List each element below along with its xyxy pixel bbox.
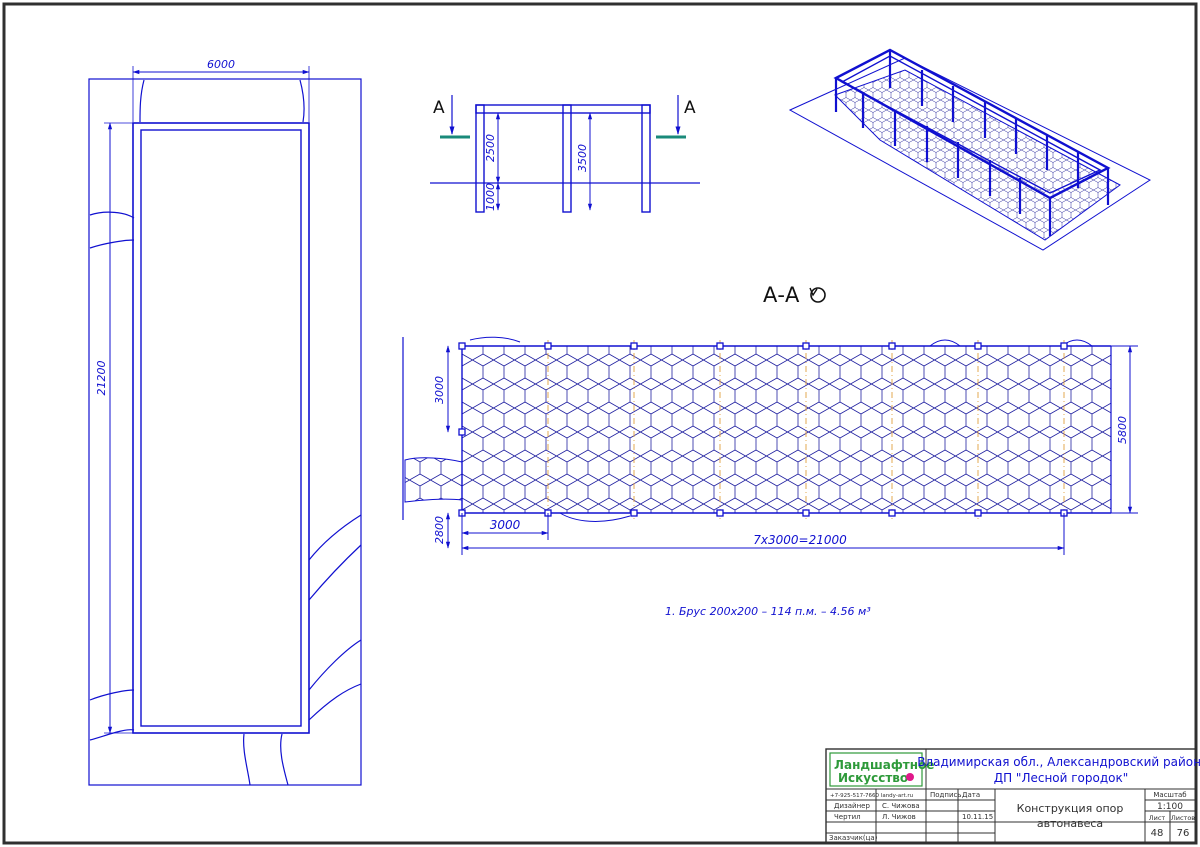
section-title: А-А — [763, 283, 800, 307]
elevation-dim-total: 3500 — [576, 144, 589, 172]
logo-dot-icon — [906, 773, 914, 781]
elevation-view — [430, 95, 700, 213]
section-driveway — [404, 457, 463, 503]
isometric-view — [788, 48, 1152, 251]
plan-canopy-inner — [140, 129, 302, 727]
section-dim-total: 7х3000=21000 — [753, 533, 847, 547]
drawing-sheet: 6000 21200 A A 2500 1000 3500 А-А 3000 5… — [2, 2, 1200, 845]
plan-site-outline — [88, 78, 362, 786]
section-dim-offset: 2800 — [433, 516, 446, 544]
contact-line: +7-925-517-7660 landy-art.ru — [830, 793, 913, 799]
row2-date: 10.11.15 — [962, 813, 993, 821]
spec-note: 1. Брус 200х200 – 114 п.м. – 4.56 м³ — [665, 605, 871, 618]
sheet-number: 48 — [1151, 828, 1164, 839]
row2-role: Чертил — [834, 813, 861, 821]
section-mark-left: A — [433, 98, 445, 118]
plan-road-bottom — [243, 733, 289, 786]
scale-value: 1:100 — [1157, 802, 1183, 812]
project-address-line1: Владимирская обл., Александровский район… — [917, 755, 1200, 769]
elevation-post-right — [641, 104, 651, 213]
plan-road-right — [308, 514, 362, 721]
section-dim-vertical: 3000 — [433, 376, 446, 404]
plan-road-left — [89, 211, 135, 249]
header-date: Дата — [962, 791, 980, 799]
logo-line2: Искусство — [838, 771, 908, 785]
scale-label: Масштаб — [1153, 791, 1186, 799]
elevation-dim-upper: 2500 — [484, 134, 497, 162]
plan-canopy-outer — [132, 122, 310, 734]
elevation-post-left — [475, 104, 485, 213]
section-mark-right: A — [684, 98, 696, 118]
section-plan — [402, 336, 1112, 522]
elevation-post-mid — [562, 104, 572, 213]
section-paving — [462, 346, 1111, 513]
plan-view — [88, 66, 362, 786]
plan-dim-length: 21200 — [95, 361, 108, 396]
row1-role: Дизайнер — [834, 802, 870, 810]
plan-road-left-lower — [89, 689, 135, 741]
header-signature: Подпись — [930, 791, 962, 799]
plan-dim-width: 6000 — [207, 58, 235, 71]
sheets-label: Листов — [1171, 814, 1195, 822]
row2-name: Л. Чижов — [882, 813, 916, 821]
project-address-line2: ДП "Лесной городок" — [994, 771, 1129, 785]
section-dim-width: 5800 — [1116, 416, 1129, 444]
row3-role: Заказчик(ца) — [829, 834, 878, 842]
drawing-title-line2: автонавеса — [1037, 817, 1103, 830]
section-dim-bay: 3000 — [490, 518, 521, 532]
drawing-title-line1: Конструкция опор — [1017, 802, 1124, 815]
elevation-dim-lower: 1000 — [484, 183, 497, 211]
row1-name: С. Чижова — [882, 802, 920, 810]
sheet-label: Лист — [1149, 814, 1166, 822]
sheets-total: 76 — [1177, 828, 1190, 839]
plan-road-top — [139, 79, 305, 123]
